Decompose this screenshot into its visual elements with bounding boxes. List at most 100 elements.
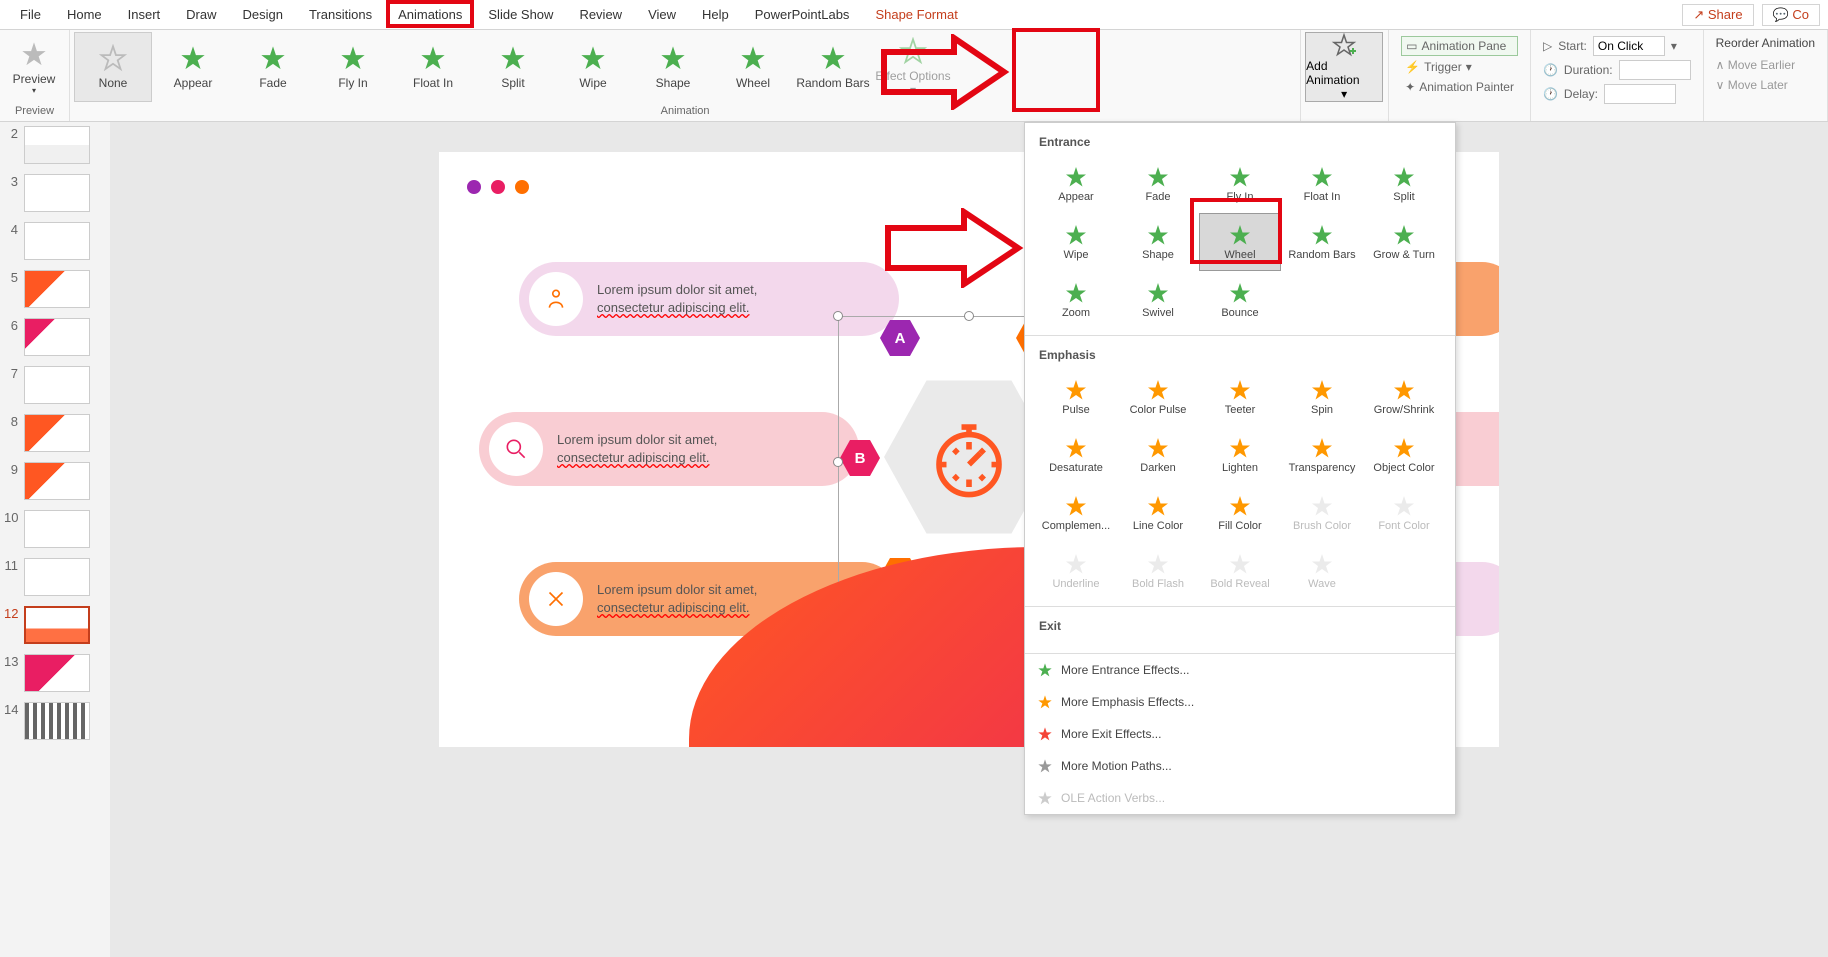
menu-draw[interactable]: Draw (174, 3, 228, 26)
dd-link-more-entrance-effects---[interactable]: More Entrance Effects... (1025, 654, 1455, 686)
dd-entrance-swivel[interactable]: Swivel (1117, 271, 1199, 329)
menu-home[interactable]: Home (55, 3, 114, 26)
menu-file[interactable]: File (8, 3, 53, 26)
thumb-11[interactable]: 11 (4, 558, 106, 596)
menu-transitions[interactable]: Transitions (297, 3, 384, 26)
anim-float-in[interactable]: Float In (394, 32, 472, 102)
thumb-13[interactable]: 13 (4, 654, 106, 692)
star-icon (1228, 223, 1252, 247)
dd-emphasis-teeter[interactable]: Teeter (1199, 368, 1281, 426)
move-earlier-button[interactable]: ∧ Move Earlier (1716, 56, 1815, 74)
add-animation-button[interactable]: Add Animation ▾ (1305, 32, 1383, 102)
start-label: Start: (1558, 39, 1587, 53)
dd-emphasis-transparency[interactable]: Transparency (1281, 426, 1363, 484)
dd-link-more-exit-effects---[interactable]: More Exit Effects... (1025, 718, 1455, 750)
menu-view[interactable]: View (636, 3, 688, 26)
dd-emphasis-line-color[interactable]: Line Color (1117, 484, 1199, 542)
dd-entrance-wheel[interactable]: Wheel (1199, 213, 1281, 271)
star-icon (99, 44, 127, 72)
anim-fade[interactable]: Fade (234, 32, 312, 102)
clock-icon: 🕐 (1543, 87, 1558, 101)
menu-shape-format[interactable]: Shape Format (863, 3, 969, 26)
dd-entrance-grow---turn[interactable]: Grow & Turn (1363, 213, 1445, 271)
dd-emphasis-object-color[interactable]: Object Color (1363, 426, 1445, 484)
dd-emphasis-spin[interactable]: Spin (1281, 368, 1363, 426)
dd-emphasis-desaturate[interactable]: Desaturate (1035, 426, 1117, 484)
dd-entrance-wipe[interactable]: Wipe (1035, 213, 1117, 271)
thumb-5[interactable]: 5 (4, 270, 106, 308)
effect-options-button[interactable]: Effect Options ▾ (874, 32, 952, 102)
move-later-button[interactable]: ∨ Move Later (1716, 76, 1815, 94)
menu-powerpointlabs[interactable]: PowerPointLabs (743, 3, 862, 26)
anim-wheel[interactable]: Wheel (714, 32, 792, 102)
star-icon (1146, 494, 1170, 518)
thumb-10[interactable]: 10 (4, 510, 106, 548)
dd-entrance-split[interactable]: Split (1363, 155, 1445, 213)
anim-random-bars[interactable]: Random Bars (794, 32, 872, 102)
preview-button[interactable]: Preview ▾ (4, 32, 64, 102)
dd-emphasis-lighten[interactable]: Lighten (1199, 426, 1281, 484)
dd-emphasis-grow-shrink[interactable]: Grow/Shrink (1363, 368, 1445, 426)
dd-entrance-float-in[interactable]: Float In (1281, 155, 1363, 213)
menu-help[interactable]: Help (690, 3, 741, 26)
search-icon (503, 436, 529, 462)
exit-item[interactable] (1117, 639, 1199, 653)
dd-emphasis-pulse[interactable]: Pulse (1035, 368, 1117, 426)
menu-insert[interactable]: Insert (116, 3, 173, 26)
animation-painter-button[interactable]: ✦ Animation Painter (1401, 78, 1518, 96)
thumb-6[interactable]: 6 (4, 318, 106, 356)
dd-emphasis-color-pulse[interactable]: Color Pulse (1117, 368, 1199, 426)
dd-link-more-motion-paths---[interactable]: More Motion Paths... (1025, 750, 1455, 782)
dd-emphasis-complemen---[interactable]: Complemen... (1035, 484, 1117, 542)
exit-item[interactable] (1281, 639, 1363, 653)
thumb-14[interactable]: 14 (4, 702, 106, 740)
dd-entrance-bounce[interactable]: Bounce (1199, 271, 1281, 329)
dd-entrance-appear[interactable]: Appear (1035, 155, 1117, 213)
thumb-8[interactable]: 8 (4, 414, 106, 452)
delay-input[interactable] (1604, 84, 1676, 104)
thumb-7[interactable]: 7 (4, 366, 106, 404)
dd-emphasis-darken[interactable]: Darken (1117, 426, 1199, 484)
animation-pane-button[interactable]: ▭ Animation Pane (1401, 36, 1518, 56)
star-icon (1392, 436, 1416, 460)
exit-item[interactable] (1363, 639, 1445, 653)
menu-design[interactable]: Design (231, 3, 295, 26)
thumb-4[interactable]: 4 (4, 222, 106, 260)
anim-split[interactable]: Split (474, 32, 552, 102)
info-card-3[interactable]: Lorem ipsum dolor sit amet,consectetur a… (479, 412, 859, 486)
menu-slideshow[interactable]: Slide Show (476, 3, 565, 26)
thumb-3[interactable]: 3 (4, 174, 106, 212)
duration-input[interactable] (1619, 60, 1691, 80)
anim-wipe[interactable]: Wipe (554, 32, 632, 102)
star-icon (1228, 552, 1252, 576)
anim-appear[interactable]: Appear (154, 32, 232, 102)
dd-entrance-fade[interactable]: Fade (1117, 155, 1199, 213)
anim-none[interactable]: None (74, 32, 152, 102)
star-icon (1037, 758, 1053, 774)
start-input[interactable] (1593, 36, 1665, 56)
comments-button[interactable]: 💬 Co (1762, 4, 1820, 26)
anim-shape[interactable]: Shape (634, 32, 712, 102)
thumb-9[interactable]: 9 (4, 462, 106, 500)
share-button[interactable]: ↗ Share (1682, 4, 1753, 26)
dd-entrance-fly-in[interactable]: Fly In (1199, 155, 1281, 213)
star-icon (579, 44, 607, 72)
star-icon (899, 37, 927, 65)
star-icon (1228, 494, 1252, 518)
exit-item[interactable] (1199, 639, 1281, 653)
menu-animations[interactable]: Animations (386, 3, 474, 26)
thumb-2[interactable]: 2 (4, 126, 106, 164)
slide-canvas-wrap: Lorem ipsum dolor sit amet,consectetur a… (110, 122, 1828, 957)
trigger-button[interactable]: ⚡ Trigger ▾ (1401, 58, 1518, 76)
exit-item[interactable] (1035, 639, 1117, 653)
star-icon (1146, 378, 1170, 402)
dd-link-more-emphasis-effects---[interactable]: More Emphasis Effects... (1025, 686, 1455, 718)
dd-entrance-random-bars[interactable]: Random Bars (1281, 213, 1363, 271)
dd-entrance-zoom[interactable]: Zoom (1035, 271, 1117, 329)
star-icon (1064, 223, 1088, 247)
menu-review[interactable]: Review (567, 3, 634, 26)
anim-fly-in[interactable]: Fly In (314, 32, 392, 102)
dd-emphasis-fill-color[interactable]: Fill Color (1199, 484, 1281, 542)
thumb-12[interactable]: 12 (4, 606, 106, 644)
dd-entrance-shape[interactable]: Shape (1117, 213, 1199, 271)
